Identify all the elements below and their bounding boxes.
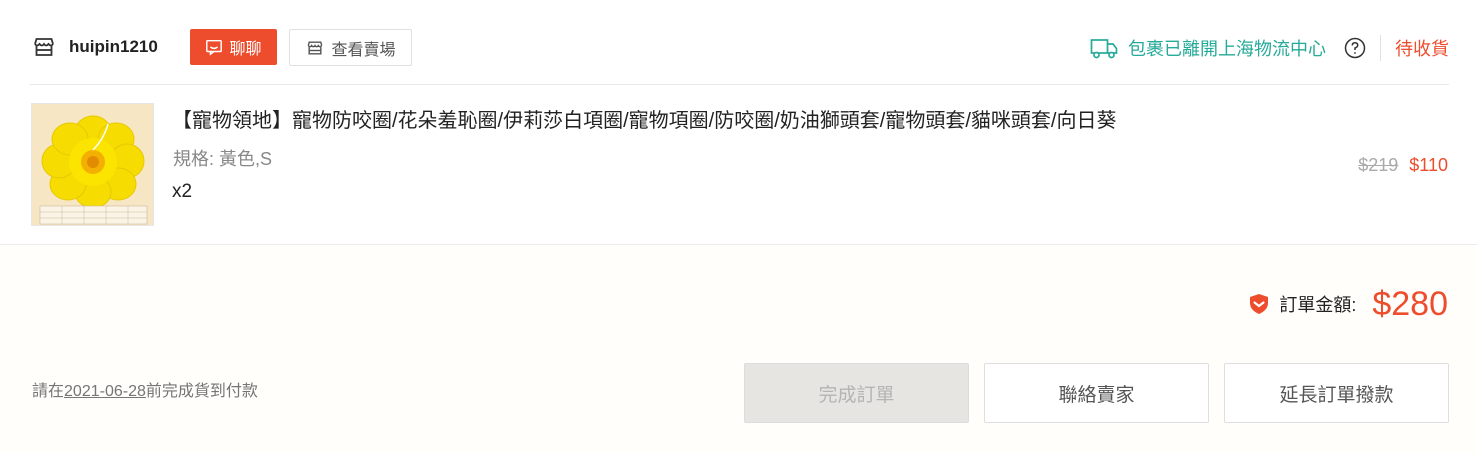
help-icon[interactable] xyxy=(1344,37,1366,59)
order-card: huipin1210 聊聊 查看賣場 包裹已離開上海物流中心 待收貨 【寵物領地… xyxy=(0,0,1477,453)
product-prices: $219 $110 xyxy=(1358,153,1448,177)
extend-order-button[interactable]: 延長訂單撥款 xyxy=(1224,363,1449,423)
view-shop-label: 查看賣場 xyxy=(331,41,396,59)
status-area: 包裹已離開上海物流中心 待收貨 xyxy=(1090,32,1449,64)
truck-icon xyxy=(1090,39,1118,59)
sale-price: $110 xyxy=(1409,155,1448,175)
payment-note-suffix: 前完成貨到付款 xyxy=(145,383,258,400)
order-total: 訂單金額: $280 xyxy=(1247,283,1448,325)
chat-label: 聊聊 xyxy=(229,41,262,58)
total-label: 訂單金額: xyxy=(1279,295,1357,315)
view-shop-button[interactable]: 查看賣場 xyxy=(289,29,412,66)
product-row[interactable]: 【寵物領地】寵物防咬圈/花朵羞恥圈/伊莉莎白項圈/寵物項圈/防咬圈/奶油獅頭套/… xyxy=(0,85,1477,245)
chat-icon xyxy=(206,39,223,56)
product-thumbnail[interactable] xyxy=(31,103,154,226)
order-footer: 訂單金額: $280 請在2021-06-28前完成貨到付款 完成訂單 聯絡賣家… xyxy=(0,245,1477,453)
product-quantity: x2 xyxy=(172,181,193,202)
shield-icon xyxy=(1250,294,1269,314)
order-status: 待收貨 xyxy=(1395,39,1449,59)
product-title[interactable]: 【寵物領地】寵物防咬圈/花朵羞恥圈/伊莉莎白項圈/寵物項圈/防咬圈/奶油獅頭套/… xyxy=(172,107,1116,135)
order-header: huipin1210 聊聊 查看賣場 包裹已離開上海物流中心 待收貨 xyxy=(30,0,1449,85)
payment-note-prefix: 請在 xyxy=(32,383,65,400)
complete-order-button[interactable]: 完成訂單 xyxy=(744,363,969,423)
shop-name[interactable]: huipin1210 xyxy=(69,36,158,58)
status-divider xyxy=(1380,35,1381,61)
store-icon xyxy=(308,40,323,55)
product-image xyxy=(32,104,153,225)
payment-note: 請在2021-06-28前完成貨到付款 xyxy=(32,381,258,403)
shop-icon xyxy=(34,38,54,56)
total-amount: $280 xyxy=(1372,285,1448,323)
original-price: $219 xyxy=(1358,155,1399,175)
payment-note-date[interactable]: 2021-06-28 xyxy=(64,383,146,400)
chat-button[interactable]: 聊聊 xyxy=(190,29,277,65)
contact-seller-button[interactable]: 聯絡賣家 xyxy=(984,363,1209,423)
shipping-status[interactable]: 包裹已離開上海物流中心 xyxy=(1128,35,1326,61)
product-variation: 規格: 黃色,S xyxy=(173,149,273,169)
